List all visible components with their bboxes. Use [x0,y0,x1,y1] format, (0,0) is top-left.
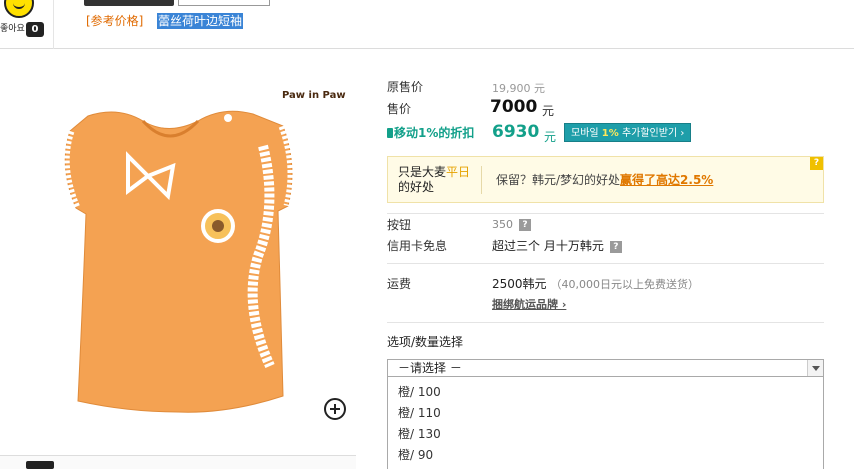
promo-right-text: 保留？韩元/梦幻的好处赢得了高达2.5% [496,173,714,187]
divider [387,213,824,214]
option-item[interactable]: 橙/ 130 [398,425,441,443]
thumbnail-icon[interactable] [26,461,54,469]
mobile-discount-label: 移动1%的折扣 [387,124,474,142]
sale-price-label: 售价 [387,102,412,116]
mobile-discount-button[interactable]: 모바일 1% 추가할인받기 › [564,123,692,142]
original-price-value: 19,900 元 [492,82,545,95]
option-list: 橙/ 100 橙/ 110 橙/ 130 橙/ 90 [387,377,824,469]
option-item[interactable]: 橙/ 100 [398,383,441,401]
shipping-label: 运费 [387,277,412,291]
brand-logo: Paw in Paw [282,90,346,101]
promo-left-text: 只是大麦平日 的好处 [398,165,471,194]
mobile-phone-icon [387,128,393,138]
orange-shirt-image [60,110,297,413]
zoom-icon[interactable] [324,398,346,420]
header-bar: 좋아요 0 [参考价格] 蕾丝荷叶边短袖 [0,0,854,49]
option-select[interactable]: －请选择 － [387,359,824,377]
product-image[interactable]: Paw in Paw [30,78,360,428]
card-help-icon[interactable]: ? [609,241,622,253]
promo-divider [481,166,482,194]
brand-title-cropped [84,0,174,6]
promo-benefit-link[interactable]: 赢得了高达2.5% [620,173,713,187]
card-label: 信用卡免息 [387,239,448,253]
chevron-down-icon[interactable] [807,360,823,376]
options-label: 选项/数量选择 [387,335,464,349]
card-value: 超过三个 月十万韩元? [492,237,622,255]
bundle-shipping-link[interactable]: 捆绑航运品牌 › [492,296,566,312]
mobile-price-value: 6930 [492,122,540,142]
sale-price-unit: 元 [542,104,555,118]
ref-price-label: [参考价格] [86,14,144,28]
points-label: 按钮 [387,218,412,232]
original-price-label: 原售价 [387,80,424,94]
like-count: 0 [26,22,44,37]
points-value: 350? [492,216,531,234]
ref-price-description: 蕾丝荷叶边短袖 [157,13,244,29]
option-select-value: －请选择 － [398,361,462,375]
sale-price-value: 7000 [490,97,538,117]
points-help-icon[interactable]: ? [519,219,531,231]
shipping-note: （40,000日元以上免费送货） [550,278,700,291]
option-item[interactable]: 橙/ 110 [398,404,441,422]
like-label: 좋아요 [0,24,25,34]
promo-box: 只是大麦平日 的好处 保留？韩元/梦幻的好处赢得了高达2.5% ? [387,156,824,203]
brand-tag-cropped [178,0,270,6]
smiley-icon [4,0,34,18]
promo-help-icon[interactable]: ? [810,157,823,170]
mobile-price-unit: 元 [544,130,557,144]
shipping-value: 2500韩元 （40,000日元以上免费送货） [492,277,700,291]
divider [387,322,824,323]
like-widget[interactable]: 좋아요 0 [0,0,54,49]
option-item[interactable]: 橙/ 90 [398,446,433,464]
divider [387,263,824,264]
